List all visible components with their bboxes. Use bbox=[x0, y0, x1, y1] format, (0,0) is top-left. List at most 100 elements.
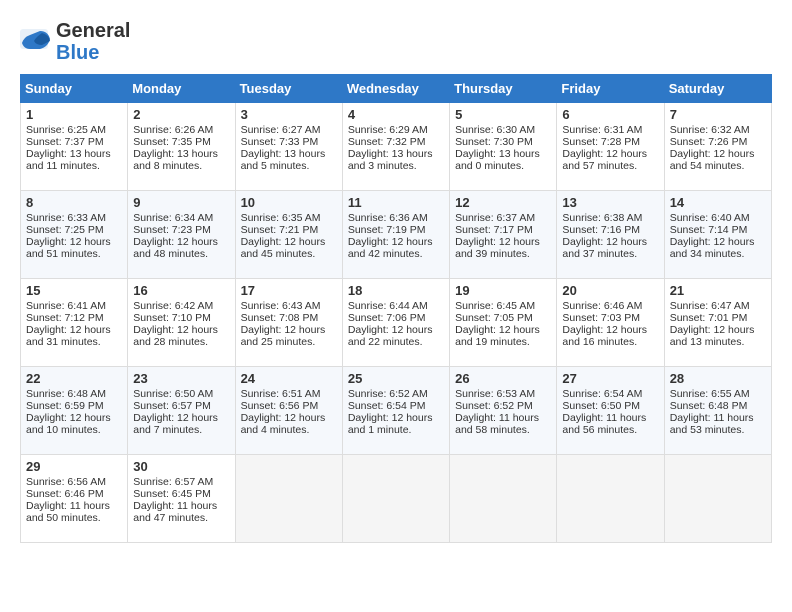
day-number: 6 bbox=[562, 107, 658, 122]
day-number: 21 bbox=[670, 283, 766, 298]
sunset: Sunset: 7:26 PM bbox=[670, 136, 748, 148]
calendar-cell: 2 Sunrise: 6:26 AM Sunset: 7:35 PM Dayli… bbox=[128, 103, 235, 191]
sunset: Sunset: 6:56 PM bbox=[241, 400, 319, 412]
calendar-cell: 12 Sunrise: 6:37 AM Sunset: 7:17 PM Dayl… bbox=[450, 191, 557, 279]
daylight: Daylight: 12 hours and 37 minutes. bbox=[562, 236, 647, 260]
calendar-cell: 3 Sunrise: 6:27 AM Sunset: 7:33 PM Dayli… bbox=[235, 103, 342, 191]
weekday-header: Thursday bbox=[450, 75, 557, 103]
calendar-cell: 13 Sunrise: 6:38 AM Sunset: 7:16 PM Dayl… bbox=[557, 191, 664, 279]
day-number: 5 bbox=[455, 107, 551, 122]
day-number: 17 bbox=[241, 283, 337, 298]
calendar-cell bbox=[664, 455, 771, 543]
daylight: Daylight: 11 hours and 47 minutes. bbox=[133, 500, 217, 524]
sunset: Sunset: 7:03 PM bbox=[562, 312, 640, 324]
daylight: Daylight: 13 hours and 0 minutes. bbox=[455, 148, 540, 172]
day-number: 27 bbox=[562, 371, 658, 386]
calendar-cell: 1 Sunrise: 6:25 AM Sunset: 7:37 PM Dayli… bbox=[21, 103, 128, 191]
sunset: Sunset: 6:45 PM bbox=[133, 488, 211, 500]
sunset: Sunset: 7:25 PM bbox=[26, 224, 104, 236]
sunrise: Sunrise: 6:37 AM bbox=[455, 212, 535, 224]
sunrise: Sunrise: 6:43 AM bbox=[241, 300, 321, 312]
day-number: 29 bbox=[26, 459, 122, 474]
sunrise: Sunrise: 6:50 AM bbox=[133, 388, 213, 400]
daylight: Daylight: 12 hours and 34 minutes. bbox=[670, 236, 755, 260]
sunrise: Sunrise: 6:33 AM bbox=[26, 212, 106, 224]
calendar-cell: 18 Sunrise: 6:44 AM Sunset: 7:06 PM Dayl… bbox=[342, 279, 449, 367]
sunrise: Sunrise: 6:38 AM bbox=[562, 212, 642, 224]
logo-subtext: Blue bbox=[56, 42, 130, 64]
logo: General Blue bbox=[20, 20, 130, 64]
daylight: Daylight: 12 hours and 39 minutes. bbox=[455, 236, 540, 260]
sunrise: Sunrise: 6:40 AM bbox=[670, 212, 750, 224]
weekday-header: Sunday bbox=[21, 75, 128, 103]
sunset: Sunset: 6:54 PM bbox=[348, 400, 426, 412]
logo-text: General bbox=[56, 20, 130, 42]
calendar-week-row: 15 Sunrise: 6:41 AM Sunset: 7:12 PM Dayl… bbox=[21, 279, 772, 367]
sunset: Sunset: 7:19 PM bbox=[348, 224, 426, 236]
daylight: Daylight: 13 hours and 3 minutes. bbox=[348, 148, 433, 172]
day-number: 8 bbox=[26, 195, 122, 210]
calendar-cell: 9 Sunrise: 6:34 AM Sunset: 7:23 PM Dayli… bbox=[128, 191, 235, 279]
calendar-cell: 24 Sunrise: 6:51 AM Sunset: 6:56 PM Dayl… bbox=[235, 367, 342, 455]
day-number: 28 bbox=[670, 371, 766, 386]
calendar-week-row: 29 Sunrise: 6:56 AM Sunset: 6:46 PM Dayl… bbox=[21, 455, 772, 543]
sunset: Sunset: 7:10 PM bbox=[133, 312, 211, 324]
daylight: Daylight: 12 hours and 25 minutes. bbox=[241, 324, 326, 348]
sunset: Sunset: 7:33 PM bbox=[241, 136, 319, 148]
day-number: 18 bbox=[348, 283, 444, 298]
day-number: 2 bbox=[133, 107, 229, 122]
daylight: Daylight: 12 hours and 7 minutes. bbox=[133, 412, 218, 436]
calendar-cell: 25 Sunrise: 6:52 AM Sunset: 6:54 PM Dayl… bbox=[342, 367, 449, 455]
calendar-cell: 15 Sunrise: 6:41 AM Sunset: 7:12 PM Dayl… bbox=[21, 279, 128, 367]
sunrise: Sunrise: 6:30 AM bbox=[455, 124, 535, 136]
calendar-cell: 10 Sunrise: 6:35 AM Sunset: 7:21 PM Dayl… bbox=[235, 191, 342, 279]
sunset: Sunset: 7:06 PM bbox=[348, 312, 426, 324]
sunrise: Sunrise: 6:45 AM bbox=[455, 300, 535, 312]
sunrise: Sunrise: 6:44 AM bbox=[348, 300, 428, 312]
sunrise: Sunrise: 6:56 AM bbox=[26, 476, 106, 488]
day-number: 16 bbox=[133, 283, 229, 298]
daylight: Daylight: 12 hours and 16 minutes. bbox=[562, 324, 647, 348]
calendar-cell: 26 Sunrise: 6:53 AM Sunset: 6:52 PM Dayl… bbox=[450, 367, 557, 455]
sunrise: Sunrise: 6:31 AM bbox=[562, 124, 642, 136]
sunset: Sunset: 7:17 PM bbox=[455, 224, 533, 236]
day-number: 1 bbox=[26, 107, 122, 122]
day-number: 26 bbox=[455, 371, 551, 386]
logo-icon bbox=[20, 29, 52, 55]
daylight: Daylight: 12 hours and 1 minute. bbox=[348, 412, 433, 436]
daylight: Daylight: 12 hours and 28 minutes. bbox=[133, 324, 218, 348]
weekday-header: Tuesday bbox=[235, 75, 342, 103]
calendar-cell: 23 Sunrise: 6:50 AM Sunset: 6:57 PM Dayl… bbox=[128, 367, 235, 455]
day-number: 10 bbox=[241, 195, 337, 210]
day-number: 24 bbox=[241, 371, 337, 386]
calendar-cell: 22 Sunrise: 6:48 AM Sunset: 6:59 PM Dayl… bbox=[21, 367, 128, 455]
daylight: Daylight: 12 hours and 4 minutes. bbox=[241, 412, 326, 436]
day-number: 13 bbox=[562, 195, 658, 210]
day-number: 3 bbox=[241, 107, 337, 122]
sunset: Sunset: 7:14 PM bbox=[670, 224, 748, 236]
page-header: General Blue bbox=[20, 20, 772, 64]
sunset: Sunset: 7:16 PM bbox=[562, 224, 640, 236]
weekday-header: Monday bbox=[128, 75, 235, 103]
calendar-cell: 20 Sunrise: 6:46 AM Sunset: 7:03 PM Dayl… bbox=[557, 279, 664, 367]
day-number: 22 bbox=[26, 371, 122, 386]
sunrise: Sunrise: 6:57 AM bbox=[133, 476, 213, 488]
daylight: Daylight: 12 hours and 13 minutes. bbox=[670, 324, 755, 348]
calendar-header-row: SundayMondayTuesdayWednesdayThursdayFrid… bbox=[21, 75, 772, 103]
sunrise: Sunrise: 6:29 AM bbox=[348, 124, 428, 136]
calendar-cell: 27 Sunrise: 6:54 AM Sunset: 6:50 PM Dayl… bbox=[557, 367, 664, 455]
daylight: Daylight: 11 hours and 53 minutes. bbox=[670, 412, 754, 436]
calendar-cell: 21 Sunrise: 6:47 AM Sunset: 7:01 PM Dayl… bbox=[664, 279, 771, 367]
day-number: 15 bbox=[26, 283, 122, 298]
sunrise: Sunrise: 6:54 AM bbox=[562, 388, 642, 400]
daylight: Daylight: 11 hours and 58 minutes. bbox=[455, 412, 539, 436]
daylight: Daylight: 12 hours and 51 minutes. bbox=[26, 236, 111, 260]
day-number: 25 bbox=[348, 371, 444, 386]
day-number: 12 bbox=[455, 195, 551, 210]
daylight: Daylight: 12 hours and 42 minutes. bbox=[348, 236, 433, 260]
sunset: Sunset: 6:59 PM bbox=[26, 400, 104, 412]
sunrise: Sunrise: 6:47 AM bbox=[670, 300, 750, 312]
sunset: Sunset: 6:52 PM bbox=[455, 400, 533, 412]
day-number: 11 bbox=[348, 195, 444, 210]
sunrise: Sunrise: 6:55 AM bbox=[670, 388, 750, 400]
